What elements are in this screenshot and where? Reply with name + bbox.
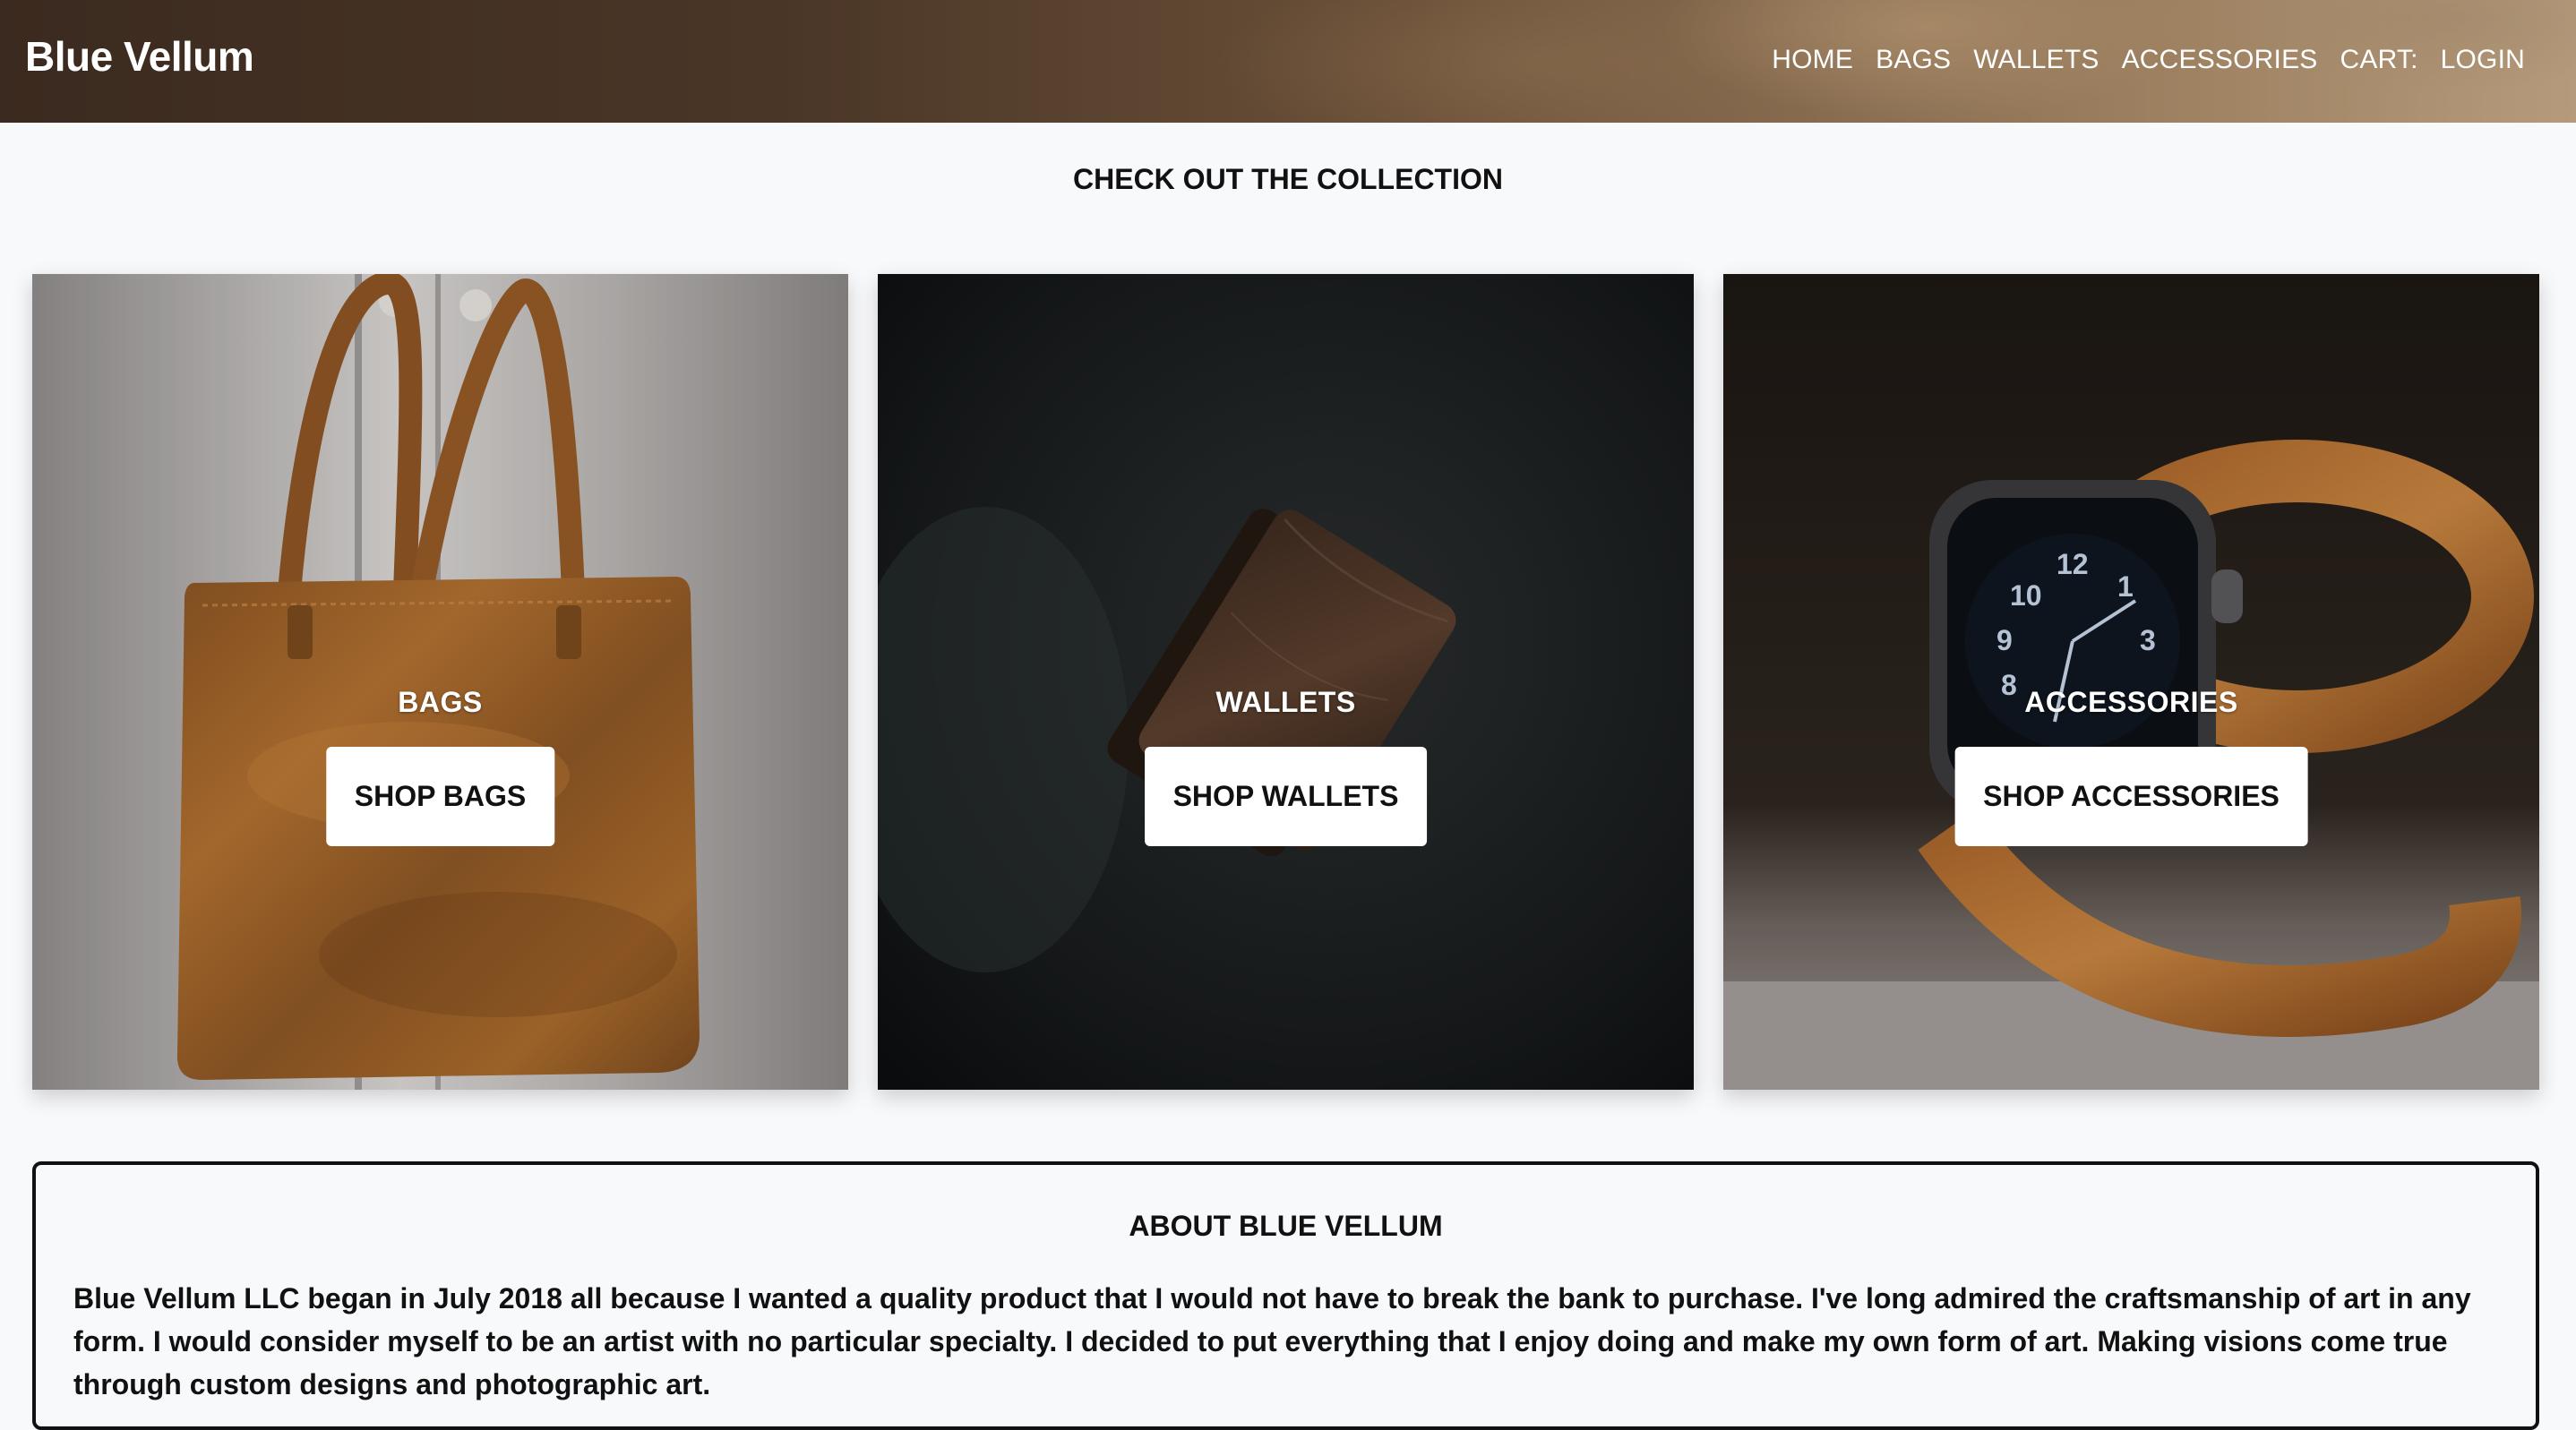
wallets-label: WALLETS: [1215, 686, 1356, 718]
nav-accessories-link[interactable]: ACCESSORIES: [2122, 45, 2318, 75]
accessories-card: 12 10 1 9 3 8 ACCESSORIES SHOP ACCESSORI…: [1723, 274, 2539, 1090]
about-text: Blue Vellum LLC began in July 2018 all b…: [73, 1282, 2471, 1400]
wallets-card: WALLETS SHOP WALLETS: [878, 274, 1694, 1090]
shop-accessories-button[interactable]: SHOP ACCESSORIES: [1954, 747, 2308, 846]
brand-logo[interactable]: Blue Vellum: [25, 32, 254, 81]
about-title: ABOUT BLUE VELLUM: [1129, 1210, 1443, 1242]
nav-wallets-link[interactable]: WALLETS: [1973, 45, 2099, 75]
nav-login-link[interactable]: LOGIN: [2441, 45, 2525, 75]
nav-bags-link[interactable]: BAGS: [1876, 45, 1951, 75]
shop-wallets-button[interactable]: SHOP WALLETS: [1144, 747, 1428, 846]
about-section: ABOUT BLUE VELLUM Blue Vellum LLC began …: [32, 1161, 2539, 1430]
bags-label: BAGS: [398, 686, 483, 718]
accessories-label: ACCESSORIES: [2024, 686, 2238, 718]
main-nav: HOME BAGS WALLETS ACCESSORIES CART: LOGI…: [1772, 45, 2525, 75]
nav-home-link[interactable]: HOME: [1772, 45, 1853, 75]
collection-title: CHECK OUT THE COLLECTION: [1073, 163, 1503, 195]
bags-card: BAGS SHOP BAGS: [32, 274, 848, 1090]
site-header: Blue Vellum HOME BAGS WALLETS ACCESSORIE…: [0, 0, 2576, 123]
shop-bags-button[interactable]: SHOP BAGS: [325, 747, 555, 846]
nav-cart-link[interactable]: CART:: [2340, 45, 2418, 75]
